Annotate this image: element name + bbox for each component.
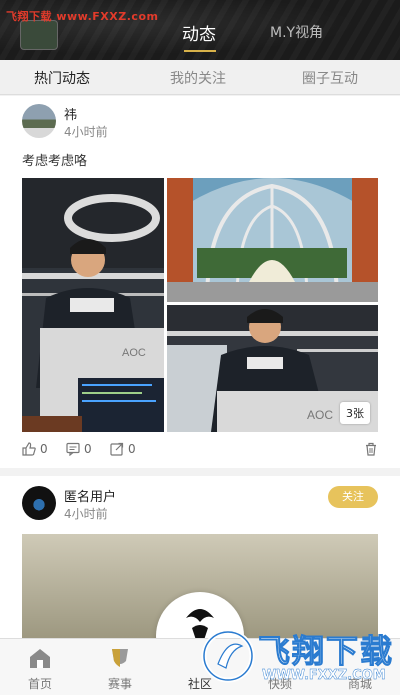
nav-events[interactable]: 赛事 — [80, 639, 160, 695]
delete-button[interactable] — [364, 442, 378, 456]
post-image-1-graphic: AOC — [22, 178, 164, 432]
nav-home[interactable]: 首页 — [0, 639, 80, 695]
nav-label: 赛事 — [107, 677, 132, 691]
like-count: 0 — [40, 442, 48, 456]
post-image-3[interactable]: AOC 3张 — [167, 305, 378, 432]
share-count: 0 — [128, 442, 136, 456]
post-time: 4小时前 — [64, 507, 108, 521]
post-time: 4小时前 — [64, 125, 108, 139]
brand-watermark-logo: 飞翔下载 WWW.FXXZ.COM — [200, 620, 396, 690]
post-text: 考虑考虑咯 — [22, 154, 88, 169]
watermark-text: 飞翔下载 www.FXXZ.com — [6, 10, 159, 23]
comment-button[interactable]: 0 — [66, 442, 92, 456]
share-button[interactable]: 0 — [110, 442, 136, 456]
post-image-1[interactable]: AOC — [22, 178, 164, 432]
trash-icon — [366, 442, 376, 456]
home-icon — [30, 649, 50, 668]
user-avatar[interactable] — [22, 486, 56, 520]
subtab-hot[interactable]: 热门动态 — [34, 68, 90, 88]
active-tab-indicator — [184, 50, 216, 52]
username[interactable]: 祎 — [64, 104, 77, 123]
brand-name: 飞翔下载 — [257, 632, 395, 671]
post-image-2-graphic — [167, 178, 378, 302]
sub-tab-bar: 热门动态 我的关注 圈子互动 — [0, 60, 400, 95]
nav-label: 首页 — [27, 677, 52, 691]
brand-logo-icon — [201, 629, 255, 683]
trophy-icon — [112, 649, 128, 667]
comment-count: 0 — [84, 442, 92, 456]
tab-dynamic[interactable]: 动态 — [182, 20, 216, 45]
image-count-badge: 3张 — [340, 402, 370, 424]
top-header: 飞翔下载 www.FXXZ.com 动态 M.Y视角 — [0, 0, 400, 60]
post-image-2[interactable] — [167, 178, 378, 302]
like-button[interactable]: 0 — [22, 442, 48, 456]
header-avatar[interactable] — [20, 20, 58, 50]
post-card: 祎 4小时前 考虑考虑咯 AOC AOC 3张 0 0 0 — [0, 96, 400, 468]
share-icon — [110, 442, 124, 456]
user-avatar[interactable] — [22, 104, 56, 138]
post-actions-bar: 0 0 0 — [22, 442, 378, 460]
tab-my-perspective[interactable]: M.Y视角 — [270, 22, 323, 42]
svg-text:AOC: AOC — [307, 408, 333, 422]
svg-text:AOC: AOC — [122, 347, 146, 359]
subtab-circle[interactable]: 圈子互动 — [302, 68, 358, 88]
follow-button[interactable]: 关注 — [328, 486, 378, 508]
username[interactable]: 匿名用户 — [64, 486, 116, 505]
thumbs-up-icon — [22, 442, 36, 456]
comment-icon — [66, 442, 80, 456]
subtab-following[interactable]: 我的关注 — [170, 68, 226, 88]
brand-url: WWW.FXXZ.COM — [262, 668, 386, 683]
